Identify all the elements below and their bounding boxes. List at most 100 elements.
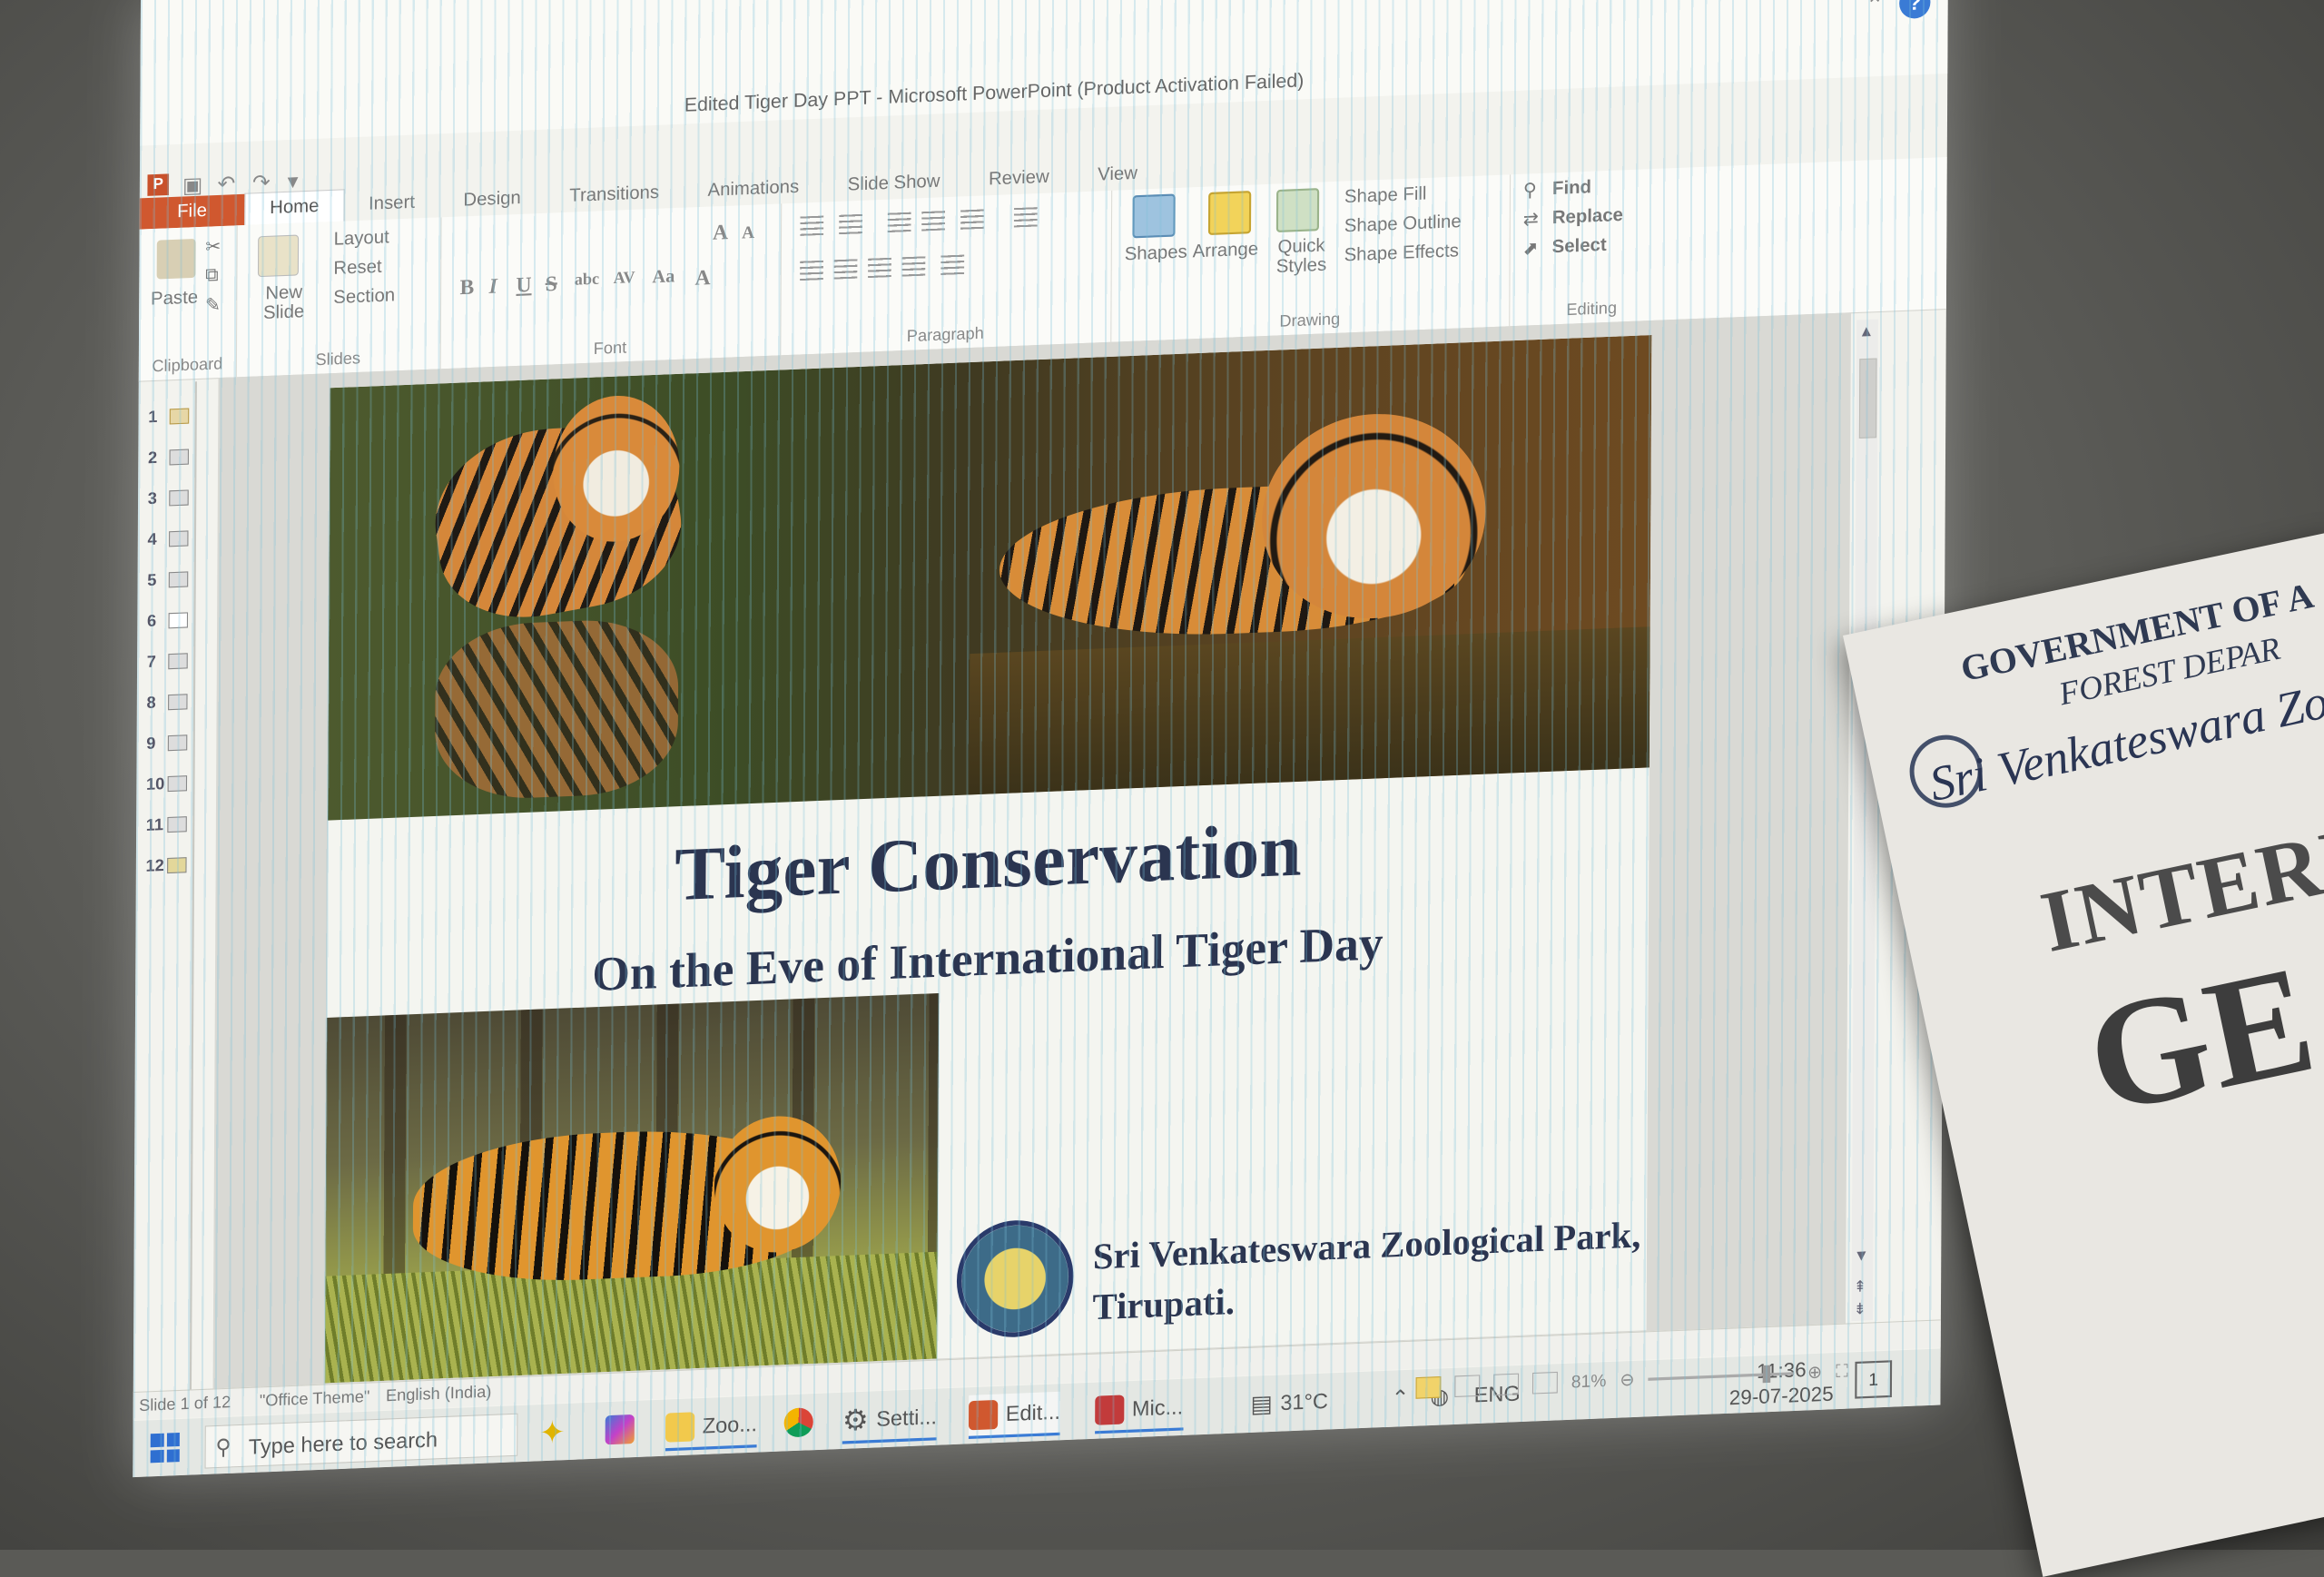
fit-to-window-icon[interactable]: ⛶ [1836,1361,1848,1382]
layout-button[interactable]: Layout [334,227,389,251]
bold-button[interactable]: B [459,274,474,300]
reset-button[interactable]: Reset [333,257,381,281]
cut-icon[interactable]: ✂ [205,236,221,259]
slide-sorter-view-icon[interactable] [1454,1375,1481,1397]
align-left-icon[interactable] [800,260,823,281]
slide-thumbnail-7[interactable]: 7 [147,651,192,672]
replace-button[interactable]: Replace [1552,205,1623,230]
scroll-up-icon[interactable]: ▲ [1858,323,1874,341]
windows-start-button[interactable] [150,1433,180,1464]
align-center-icon[interactable] [833,259,858,280]
taskbar-powerpoint[interactable]: Edit... [968,1391,1061,1439]
slide-thumbnail-5[interactable]: 5 [147,569,192,590]
slide-thumbnail-3[interactable]: 3 [148,488,192,508]
show-hidden-icons-icon[interactable]: ⌃ [1392,1377,1410,1419]
align-right-icon[interactable] [868,257,891,279]
slide-thumbnail-6[interactable]: 6 [147,610,192,631]
thumbnail-number: 1 [148,407,158,427]
bullets-icon[interactable] [800,215,824,236]
increase-indent-icon[interactable] [921,211,946,232]
slide-thumbnail-10[interactable]: 10 [146,774,191,794]
zoom-level[interactable]: 81% [1571,1370,1607,1392]
paste-button[interactable]: Paste [151,287,198,310]
customize-qat-icon[interactable]: ▾ [288,168,310,193]
slide-thumbnail-12[interactable]: 12 [146,855,191,876]
tab-file[interactable]: File [139,193,245,230]
slide-thumbnail-11[interactable]: 11 [146,814,191,835]
previous-slide-icon[interactable]: ⇞ [1854,1276,1866,1296]
zoom-in-icon[interactable]: ⊕ [1807,1362,1822,1383]
section-button[interactable]: Section [333,285,395,309]
arrange-button[interactable]: Arrange [1193,239,1258,262]
help-icon[interactable]: ? [1899,0,1931,20]
font-color-button[interactable]: A [694,265,710,291]
slide-thumbnail-2[interactable]: 2 [148,447,192,468]
underline-button[interactable]: U [517,272,532,299]
thumbnail-number: 2 [147,448,158,468]
select-button[interactable]: Select [1552,235,1607,259]
grow-font-button[interactable]: A [713,220,728,246]
save-icon[interactable]: ▣ [182,172,204,198]
walking-tiger-image[interactable] [324,992,940,1384]
reading-view-icon[interactable] [1493,1373,1520,1396]
slide-thumbnail-1[interactable]: 1 [148,406,192,427]
columns-icon[interactable] [940,254,965,275]
taskbar-search[interactable]: ⚲ Type here to search [204,1413,518,1469]
shape-fill-button[interactable]: Shape Fill [1344,183,1427,208]
strikethrough-button[interactable]: S [546,271,557,296]
find-button[interactable]: Find [1552,177,1591,200]
text-direction-icon[interactable] [1013,207,1038,228]
taskbar-microsoft-app[interactable]: Mic... [1095,1386,1184,1434]
chrome-icon[interactable] [783,1402,813,1444]
slideshow-view-icon[interactable] [1531,1371,1558,1395]
new-slide-button[interactable]: New Slide [250,282,318,324]
minimize-ribbon-icon[interactable]: ⌃ [1866,0,1884,18]
tab-view[interactable]: View [1073,157,1161,192]
slide-thumbnail-9[interactable]: 9 [146,733,191,754]
redo-icon[interactable]: ↷ [252,170,274,195]
taskbar-settings[interactable]: ⚙ Setti... [842,1396,938,1444]
shape-outline-button[interactable]: Shape Outline [1344,212,1462,238]
shrink-font-button[interactable]: A [742,222,754,243]
slide-thumbnail-8[interactable]: 8 [146,692,191,713]
tiger-banner-image[interactable] [327,335,1652,821]
tab-insert[interactable]: Insert [344,186,439,221]
paste-icon [156,239,196,280]
notification-center-button[interactable]: 1 [1855,1360,1893,1399]
change-case-button[interactable]: Aa [652,266,675,289]
slide-thumbnail-4[interactable]: 4 [147,528,192,549]
character-spacing-button[interactable]: AV [614,268,635,288]
justify-icon[interactable] [901,256,926,277]
scroll-thumb[interactable] [1858,358,1877,439]
zoom-slider[interactable] [1648,1365,1795,1383]
organization-text[interactable]: Sri Venkateswara Zoological Park, Tirupa… [1092,1210,1640,1333]
taskbar-file-explorer[interactable]: Zoo... [665,1404,758,1452]
numbering-icon[interactable] [839,213,863,235]
zoom-out-icon[interactable]: ⊖ [1620,1369,1634,1390]
shapes-button[interactable]: Shapes [1125,241,1187,265]
shadow-button[interactable]: abc [575,270,599,291]
thumbnail-number: 7 [146,652,156,672]
tab-design[interactable]: Design [439,182,546,218]
line-spacing-icon[interactable] [960,209,984,230]
italic-button[interactable]: I [489,273,497,299]
shape-effects-button[interactable]: Shape Effects [1344,241,1459,267]
tab-review[interactable]: Review [964,161,1073,196]
normal-view-icon[interactable] [1415,1376,1442,1399]
vertical-scrollbar[interactable]: ▲ ▼ ⇞ ⇟ [1851,319,1878,1322]
scroll-down-icon[interactable]: ▼ [1854,1247,1869,1266]
copilot-sparkle-icon[interactable]: ✦ [539,1412,566,1454]
copilot-icon[interactable] [605,1409,635,1451]
format-painter-icon[interactable]: ✎ [205,294,221,317]
proofing-language[interactable]: English (India) [386,1383,491,1406]
slide[interactable]: Tiger Conservation On the Eve of Interna… [324,335,1652,1384]
undo-icon[interactable]: ↶ [217,171,239,196]
zoom-slider-knob[interactable] [1762,1365,1771,1383]
quick-styles-button[interactable]: Quick Styles [1272,235,1330,277]
next-slide-icon[interactable]: ⇟ [1854,1299,1866,1319]
copy-icon[interactable]: ⧉ [205,265,219,287]
zoological-park-logo[interactable] [956,1217,1074,1340]
weather-widget[interactable]: ▤ 31°C [1250,1381,1328,1424]
tab-home[interactable]: Home [244,189,345,226]
decrease-indent-icon[interactable] [887,212,911,233]
